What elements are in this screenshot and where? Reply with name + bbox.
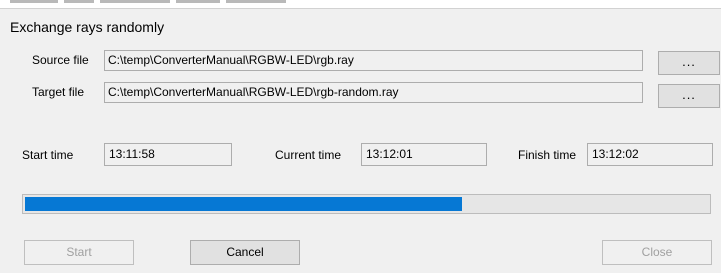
progress-bar <box>22 194 711 214</box>
source-file-field[interactable]: C:\temp\ConverterManual\RGBW-LED\rgb.ray <box>104 50 643 71</box>
source-file-label: Source file <box>32 53 89 67</box>
exchange-rays-dialog: Exchange rays randomly Source file C:\te… <box>0 8 721 273</box>
finish-time-field: 13:12:02 <box>587 143 713 166</box>
source-browse-button[interactable]: ... <box>658 51 720 75</box>
dialog-title: Exchange rays randomly <box>10 19 165 35</box>
start-time-label: Start time <box>22 148 74 162</box>
background-window-fragment <box>0 0 300 8</box>
finish-time-label: Finish time <box>518 148 577 162</box>
cancel-button[interactable]: Cancel <box>190 240 300 265</box>
target-file-label: Target file <box>32 85 85 99</box>
screen: Exchange rays randomly Source file C:\te… <box>0 0 723 273</box>
start-button[interactable]: Start <box>24 240 134 265</box>
target-browse-button[interactable]: ... <box>658 84 720 108</box>
progress-bar-fill <box>25 197 462 211</box>
target-file-field[interactable]: C:\temp\ConverterManual\RGBW-LED\rgb-ran… <box>104 82 643 103</box>
current-time-label: Current time <box>275 148 342 162</box>
start-time-field: 13:11:58 <box>104 143 232 166</box>
current-time-field: 13:12:01 <box>361 143 487 166</box>
close-button[interactable]: Close <box>602 240 712 265</box>
